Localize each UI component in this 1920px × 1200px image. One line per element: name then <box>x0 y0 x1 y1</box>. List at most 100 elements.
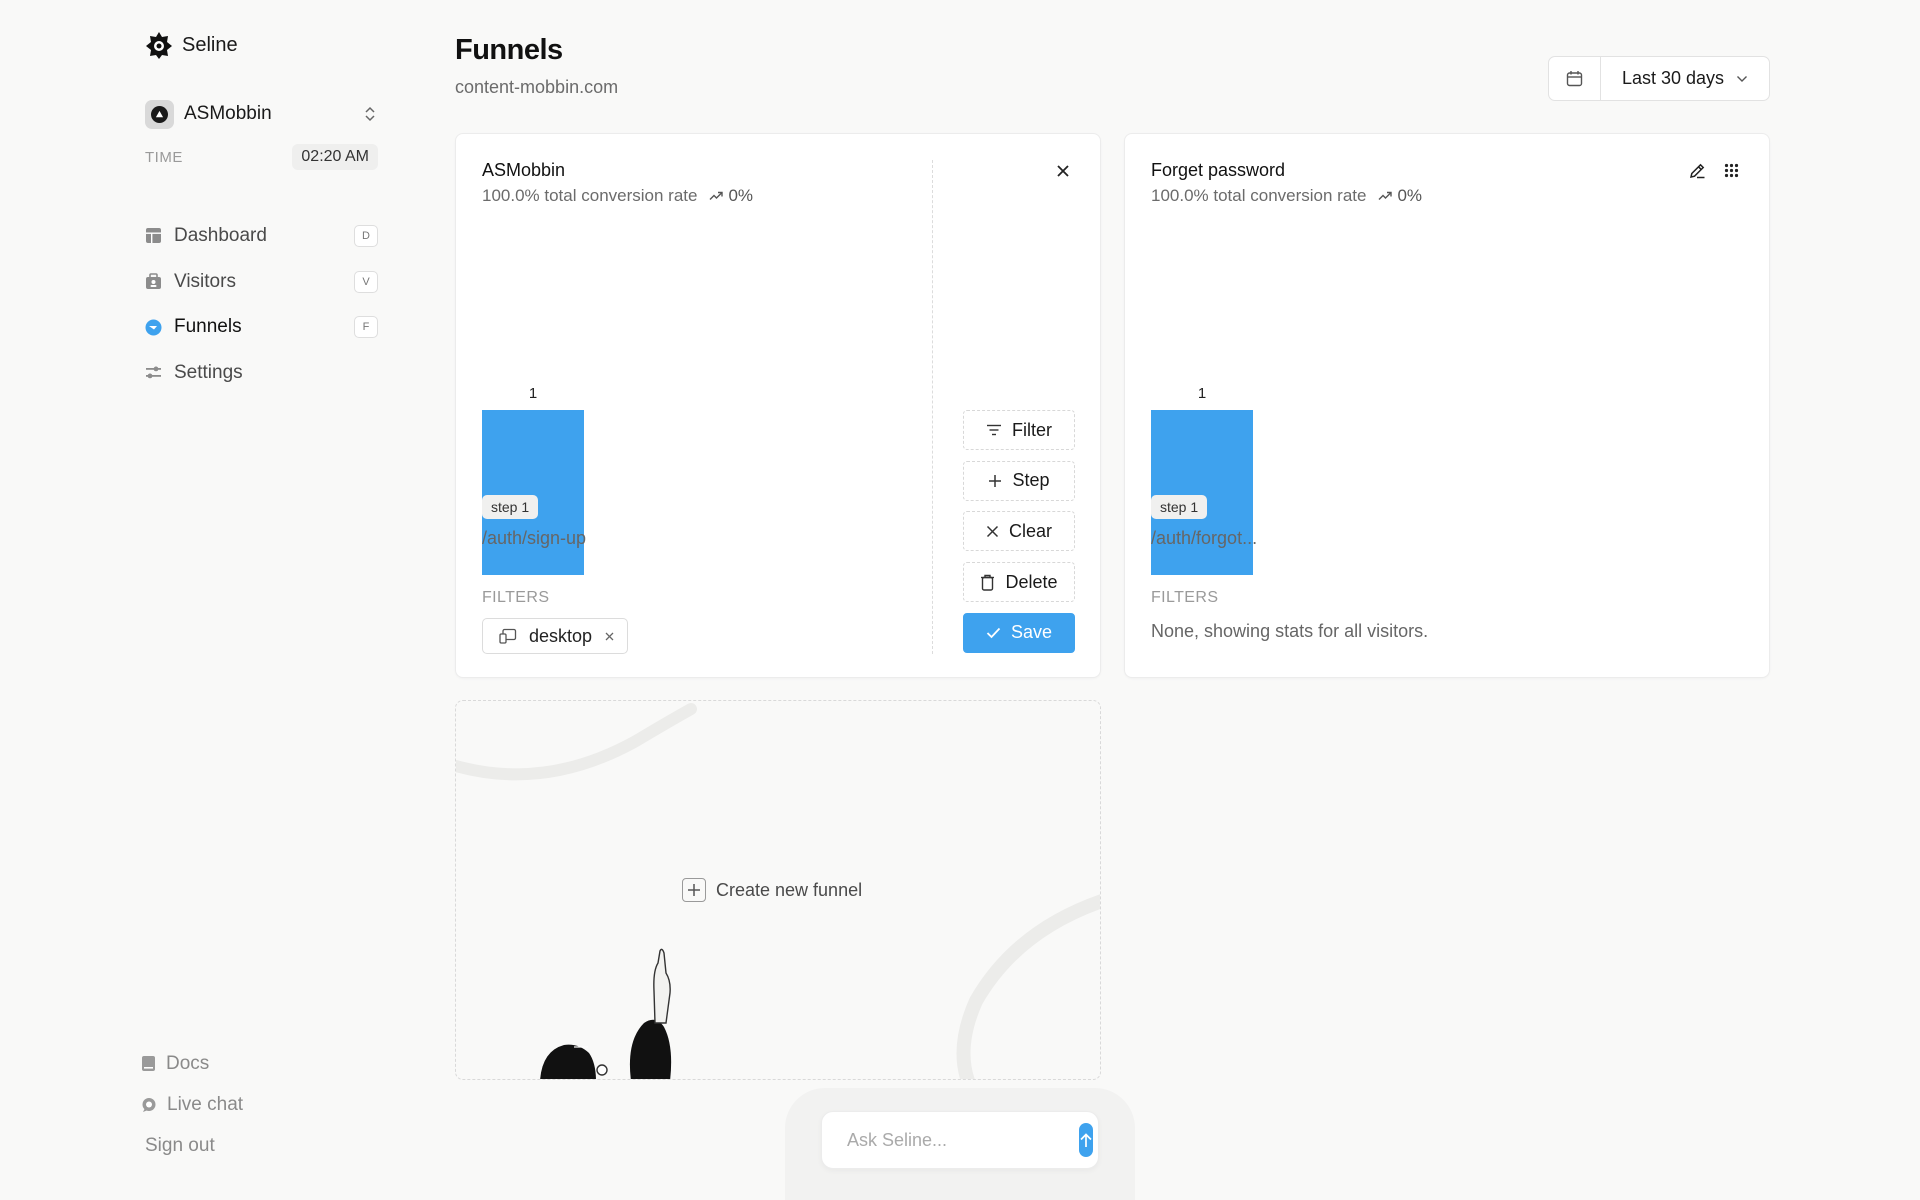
funnel-bar[interactable] <box>482 410 584 575</box>
sidebar-item-dashboard[interactable]: Dashboard D <box>145 213 378 259</box>
drag-handle-button[interactable] <box>1721 160 1741 180</box>
sidebar: Seline ASMobbin TIME 02:20 AM Dashboard … <box>0 0 420 1200</box>
plus-icon <box>682 878 706 902</box>
plus-icon <box>989 474 1002 487</box>
conversion-row: 100.0% total conversion rate 0% <box>482 186 753 206</box>
dashboard-icon <box>145 227 162 244</box>
close-icon <box>986 525 999 537</box>
filter-button-label: Filter <box>1012 419 1052 440</box>
page-title: Funnels <box>455 34 563 66</box>
filters-label: FILTERS <box>482 589 550 606</box>
date-range-label: Last 30 days <box>1621 68 1725 88</box>
sidebar-item-label: Funnels <box>174 316 242 338</box>
live-chat-link[interactable]: Live chat <box>141 1084 243 1125</box>
funnel-card: ASMobbin 100.0% total conversion rate 0%… <box>455 133 1101 678</box>
add-step-button[interactable]: Step <box>963 460 1075 501</box>
conversion-rate: 100.0% total conversion rate <box>1151 186 1367 205</box>
sidebar-item-label: Dashboard <box>174 224 267 246</box>
calendar-icon <box>1566 71 1583 87</box>
trend-value: 0% <box>728 186 754 205</box>
time-label: TIME <box>145 148 183 166</box>
delete-label: Delete <box>1005 571 1058 592</box>
sidebar-item-settings[interactable]: Settings <box>145 350 378 396</box>
funnels-icon <box>145 319 162 336</box>
funnel-title: Forget password <box>1151 160 1286 180</box>
grid-dots-icon <box>1724 163 1738 177</box>
sign-out-link[interactable]: Sign out <box>145 1135 215 1157</box>
ask-seline-box <box>821 1111 1099 1169</box>
check-icon <box>986 627 1001 639</box>
close-editor-button[interactable] <box>1052 160 1074 182</box>
chat-icon <box>142 1097 156 1112</box>
docs-label: Docs <box>166 1052 210 1074</box>
chevron-down-icon <box>1737 75 1748 82</box>
shortcut-key: F <box>354 316 378 339</box>
date-range-picker[interactable]: Last 30 days <box>1548 56 1770 101</box>
filter-icon <box>987 424 1001 436</box>
delete-button[interactable]: Delete <box>963 562 1075 603</box>
calendar-button[interactable] <box>1549 57 1601 100</box>
brand[interactable]: Seline <box>144 30 238 60</box>
conversion-rate: 100.0% total conversion rate <box>482 186 698 205</box>
funnel-actions: Filter Step Clear Delete Save <box>963 410 1075 663</box>
save-label: Save <box>1010 622 1053 643</box>
step-badge: step 1 <box>482 495 539 519</box>
close-icon[interactable] <box>604 631 615 642</box>
docs-link[interactable]: Docs <box>141 1043 243 1084</box>
settings-icon <box>145 364 162 381</box>
edit-button[interactable] <box>1687 160 1707 180</box>
time-row: TIME 02:20 AM <box>145 143 378 171</box>
step-path: /auth/forgot... <box>1151 528 1258 548</box>
filters-label: FILTERS <box>1151 589 1219 606</box>
book-icon <box>142 1056 155 1071</box>
add-step-label: Step <box>1012 470 1050 491</box>
brand-name: Seline <box>182 33 238 56</box>
close-icon <box>1057 165 1069 177</box>
shortcut-key: V <box>354 270 378 293</box>
time-value: 02:20 AM <box>292 144 378 170</box>
seline-logo-icon <box>146 32 172 59</box>
card-toolbar <box>1687 160 1741 180</box>
device-icon <box>499 628 517 644</box>
trend-up-icon <box>709 191 724 200</box>
filter-button[interactable]: Filter <box>963 410 1075 450</box>
sidebar-item-visitors[interactable]: Visitors V <box>145 259 378 305</box>
chevron-up-down-icon <box>365 106 375 122</box>
divider <box>932 160 933 654</box>
visitors-icon <box>145 273 162 290</box>
filter-chip[interactable]: desktop <box>482 618 629 654</box>
bar-value-label: 1 <box>1197 385 1207 402</box>
save-button[interactable]: Save <box>963 612 1075 653</box>
sidebar-bottom-links: Docs Live chat <box>141 1043 243 1125</box>
trend-up-icon <box>1378 191 1393 200</box>
bar-value-label: 1 <box>528 385 538 402</box>
send-button[interactable] <box>1079 1123 1093 1157</box>
conversion-row: 100.0% total conversion rate 0% <box>1151 186 1422 206</box>
workspace-avatar <box>145 99 174 129</box>
funnel-title: ASMobbin <box>482 160 566 180</box>
trend-value: 0% <box>1397 186 1423 205</box>
funnel-bar[interactable] <box>1151 410 1253 575</box>
page-subtitle: content-mobbin.com <box>455 77 619 97</box>
workspace-switcher[interactable]: ASMobbin <box>145 99 378 129</box>
clear-button[interactable]: Clear <box>963 511 1075 552</box>
date-range-select[interactable]: Last 30 days <box>1601 57 1769 100</box>
trend: 0% <box>1378 186 1422 206</box>
pencil-icon <box>1689 163 1704 178</box>
filters-empty-text: None, showing stats for all visitors. <box>1151 621 1429 641</box>
ask-seline-input[interactable] <box>847 1129 1079 1151</box>
filter-chip-label: desktop <box>529 625 593 646</box>
sidebar-item-label: Settings <box>174 361 243 383</box>
create-funnel-button[interactable]: Create new funnel <box>682 878 862 902</box>
sidebar-item-label: Visitors <box>174 270 236 292</box>
trend: 0% <box>709 186 753 206</box>
sidebar-item-funnels[interactable]: Funnels F <box>145 304 378 350</box>
step-badge: step 1 <box>1151 495 1208 519</box>
trash-icon <box>981 574 995 591</box>
create-funnel-card[interactable]: Create new funnel <box>455 700 1101 1080</box>
funnel-card: Forget password 100.0% total conversion … <box>1124 133 1770 678</box>
shortcut-key: D <box>354 224 378 247</box>
arrow-up-icon <box>1080 1132 1092 1147</box>
clear-label: Clear <box>1008 520 1052 541</box>
create-funnel-label: Create new funnel <box>716 879 863 900</box>
